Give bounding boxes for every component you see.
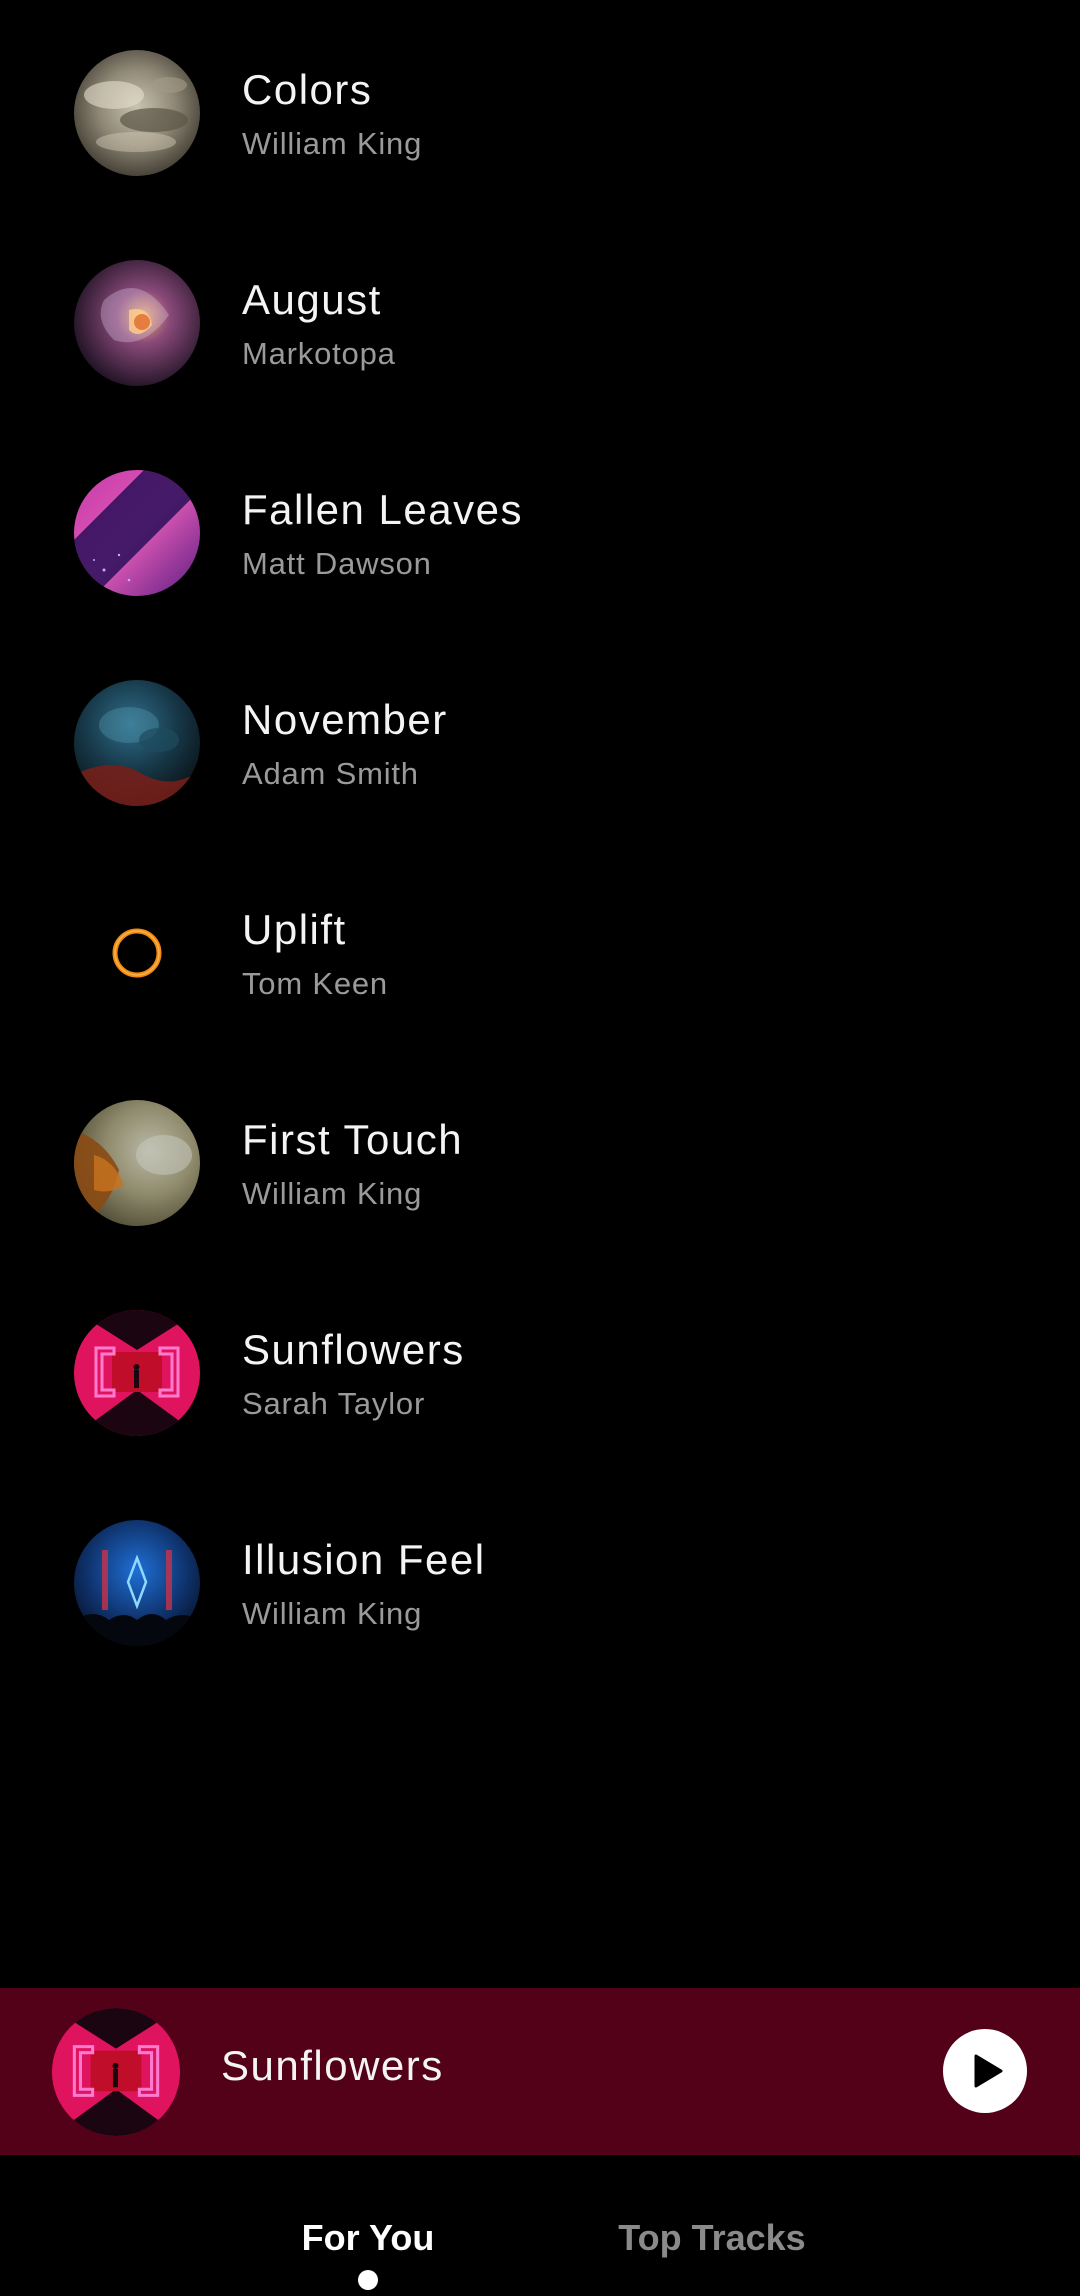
- track-row-uplift[interactable]: Uplift Tom Keen: [0, 848, 1080, 1058]
- track-row-first-touch[interactable]: First Touch William King: [0, 1058, 1080, 1268]
- now-playing-cover-art: [52, 2008, 180, 2136]
- track-row-fallen-leaves[interactable]: Fallen Leaves Matt Dawson: [0, 428, 1080, 638]
- track-list: Colors William King August Markotopa Fal…: [0, 0, 1080, 1986]
- track-row-illusion-feel[interactable]: Illusion Feel William King: [0, 1478, 1080, 1688]
- track-title: Colors: [242, 66, 373, 113]
- fallen-leaves-cover-art: [74, 470, 200, 596]
- track-title: November: [242, 696, 448, 743]
- track-artist: William King: [242, 1596, 423, 1631]
- now-playing-title: Sunflowers: [221, 2042, 444, 2089]
- first-touch-cover-art: [74, 1100, 200, 1226]
- tab-label: Top Tracks: [618, 2217, 806, 2258]
- track-artist: Tom Keen: [242, 966, 388, 1001]
- track-row-colors[interactable]: Colors William King: [0, 8, 1080, 218]
- now-playing-bar[interactable]: Sunflowers: [0, 1988, 1080, 2155]
- illusion-feel-cover-art: [74, 1520, 200, 1646]
- track-title: Fallen Leaves: [242, 486, 523, 533]
- tab-top-tracks[interactable]: Top Tracks: [600, 2155, 824, 2296]
- track-row-sunflowers[interactable]: Sunflowers Sarah Taylor: [0, 1268, 1080, 1478]
- colors-cover-art: [74, 50, 200, 176]
- bottom-navigation: For You Top Tracks: [0, 2155, 1080, 2296]
- track-artist: William King: [242, 1176, 423, 1211]
- play-icon: [974, 2054, 1003, 2088]
- track-title: Illusion Feel: [242, 1536, 486, 1583]
- track-title: August: [242, 276, 382, 323]
- tab-label: For You: [301, 2217, 435, 2258]
- track-row-august[interactable]: August Markotopa: [0, 218, 1080, 428]
- track-artist: Matt Dawson: [242, 546, 432, 581]
- track-artist: Markotopa: [242, 336, 396, 371]
- track-title: First Touch: [242, 1116, 464, 1163]
- august-cover-art: [74, 260, 200, 386]
- track-row-november[interactable]: November Adam Smith: [0, 638, 1080, 848]
- track-artist: Adam Smith: [242, 756, 419, 791]
- track-artist: Sarah Taylor: [242, 1386, 426, 1421]
- track-title: Sunflowers: [242, 1326, 465, 1373]
- november-cover-art: [74, 680, 200, 806]
- play-button[interactable]: [943, 2029, 1027, 2113]
- sunflowers-cover-art: [74, 1310, 200, 1436]
- track-artist: William King: [242, 126, 423, 161]
- active-tab-dot-icon: [358, 2270, 378, 2290]
- track-title: Uplift: [242, 906, 347, 953]
- uplift-cover-art: [74, 890, 200, 1016]
